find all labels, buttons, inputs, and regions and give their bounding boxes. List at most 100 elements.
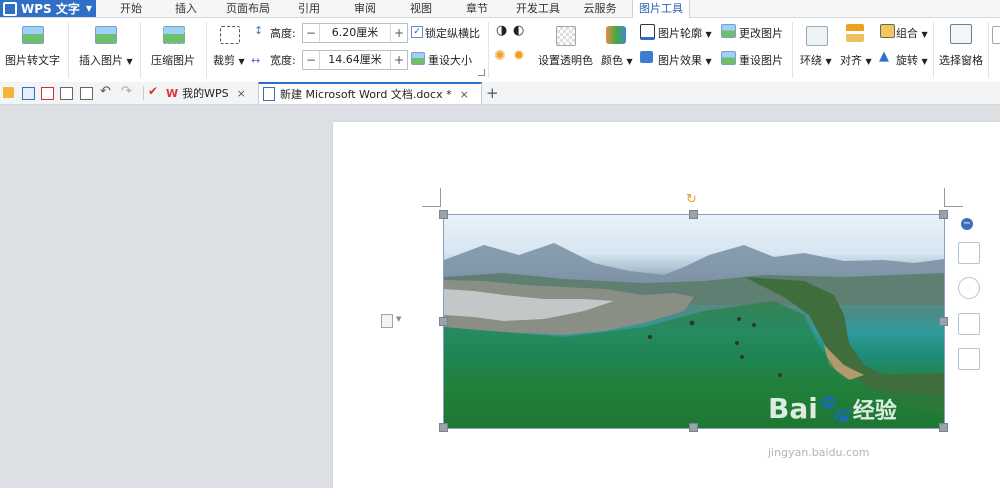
more-icon[interactable] xyxy=(992,26,1000,44)
rotate-button[interactable]: 旋转 ▼ xyxy=(896,52,928,68)
width-decrease-button[interactable]: − xyxy=(303,53,319,67)
chevron-down-icon: ▼ xyxy=(705,30,712,39)
watermark-brand: Bai xyxy=(768,392,818,425)
height-icon: ↕ xyxy=(254,24,264,37)
pin-icon[interactable]: ✔ xyxy=(148,84,158,98)
margin-corner-top-right xyxy=(944,188,963,207)
app-menu-button[interactable]: WPS 文字 ▼ xyxy=(0,0,96,17)
divider xyxy=(792,22,793,78)
crop-quick-icon[interactable] xyxy=(958,313,980,335)
divider xyxy=(933,22,934,78)
color-icon xyxy=(606,26,626,44)
compress-picture-button[interactable]: 压缩图片 xyxy=(151,52,195,68)
resize-handle-top-left[interactable] xyxy=(439,210,448,219)
watermark-logo: Bai🐾经验 xyxy=(768,392,897,425)
resize-handle-bottom-left[interactable] xyxy=(439,423,448,432)
print-preview-icon[interactable] xyxy=(80,87,93,100)
height-input[interactable]: − 6.20厘米 + xyxy=(302,23,408,43)
paragraph-layout-icon[interactable] xyxy=(381,314,393,328)
picture-effect-button[interactable]: 图片效果 ▼ xyxy=(658,52,712,68)
pic-to-text-icon xyxy=(22,26,44,44)
set-transparent-icon xyxy=(556,26,576,46)
divider xyxy=(488,22,489,78)
watermark-url: jingyan.baidu.com xyxy=(768,446,870,459)
tab-view[interactable]: 视图 xyxy=(400,0,442,17)
close-icon[interactable]: × xyxy=(237,87,246,100)
size-dialog-launcher[interactable] xyxy=(478,69,485,76)
color-button[interactable]: 颜色 ▼ xyxy=(601,52,633,68)
tab-developer[interactable]: 开发工具 xyxy=(510,0,566,17)
wrap-icon xyxy=(806,26,828,46)
contrast-icon[interactable]: ◑ xyxy=(496,23,507,38)
crop-button[interactable]: 裁剪 ▼ xyxy=(213,52,245,68)
contrast-more-icon[interactable]: ◐ xyxy=(513,23,524,38)
divider xyxy=(68,22,69,78)
tab-insert[interactable]: 插入 xyxy=(165,0,207,17)
lock-ratio-checkbox[interactable]: ✓ xyxy=(411,26,423,38)
chevron-down-icon: ▼ xyxy=(705,57,712,66)
resize-handle-right[interactable] xyxy=(939,317,948,326)
margin-corner-top-left xyxy=(422,188,441,207)
selection-pane-button[interactable]: 选择窗格 xyxy=(939,52,983,68)
resize-handle-bottom-right[interactable] xyxy=(939,423,948,432)
height-increase-button[interactable]: + xyxy=(391,26,407,40)
group-label: 组合 xyxy=(896,27,918,40)
insert-picture-button[interactable]: 插入图片 ▼ xyxy=(79,52,133,68)
insert-picture-icon xyxy=(95,26,117,44)
brightness-down-icon[interactable]: ✹ xyxy=(513,48,525,64)
close-icon[interactable]: × xyxy=(460,88,469,101)
rotate-handle-icon[interactable]: ↻ xyxy=(686,192,697,207)
tab-document[interactable]: 新建 Microsoft Word 文档.docx * × xyxy=(258,82,482,104)
resize-handle-left[interactable] xyxy=(439,317,448,326)
watermark-brand-cn: 经验 xyxy=(852,399,897,424)
tab-my-wps-label: 我的WPS xyxy=(182,87,229,100)
divider xyxy=(143,86,144,100)
tab-review[interactable]: 审阅 xyxy=(344,0,386,17)
color-label: 颜色 xyxy=(601,54,623,67)
height-decrease-button[interactable]: − xyxy=(303,26,319,40)
ribbon: 图片转文字 插入图片 ▼ 压缩图片 裁剪 ▼ ↕ 高度: − 6.20厘米 + … xyxy=(0,18,1000,83)
picture-settings-icon[interactable] xyxy=(958,348,980,370)
tab-cloud[interactable]: 云服务 xyxy=(578,0,622,17)
tab-page-layout[interactable]: 页面布局 xyxy=(220,0,276,17)
collapse-icon[interactable]: − xyxy=(961,218,973,230)
divider xyxy=(206,22,207,78)
lock-ratio-label: 锁定纵横比 xyxy=(425,27,480,40)
pic-to-text-button[interactable]: 图片转文字 xyxy=(5,52,60,68)
tab-start[interactable]: 开始 xyxy=(110,0,152,17)
change-picture-button[interactable]: 更改图片 xyxy=(739,25,783,41)
width-value[interactable]: 14.64厘米 xyxy=(319,51,391,69)
zoom-icon[interactable] xyxy=(958,277,980,299)
redo-icon[interactable]: ↷ xyxy=(121,84,132,99)
resize-handle-top-right[interactable] xyxy=(939,210,948,219)
picture-effect-label: 图片效果 xyxy=(658,54,702,67)
height-value[interactable]: 6.20厘米 xyxy=(319,24,391,42)
open-folder-icon[interactable] xyxy=(3,87,14,98)
brightness-up-icon[interactable]: ✺ xyxy=(494,48,506,64)
width-increase-button[interactable]: + xyxy=(391,53,407,67)
picture-outline-button[interactable]: 图片轮廓 ▼ xyxy=(658,25,712,41)
print-icon[interactable] xyxy=(60,87,73,100)
save-icon[interactable] xyxy=(22,87,35,100)
set-transparent-button[interactable]: 设置透明色 xyxy=(538,52,593,68)
align-label: 对齐 xyxy=(840,54,862,67)
resize-handle-bottom[interactable] xyxy=(689,423,698,432)
reset-size-button[interactable]: 重设大小 xyxy=(428,52,472,68)
tab-picture-tools[interactable]: 图片工具 xyxy=(632,0,690,18)
new-tab-button[interactable]: + xyxy=(486,84,499,102)
undo-icon[interactable]: ↶ xyxy=(100,84,111,99)
layout-options-icon[interactable] xyxy=(958,242,980,264)
reset-picture-button[interactable]: 重设图片 xyxy=(739,52,783,68)
chevron-down-icon: ▼ xyxy=(921,30,928,39)
width-input[interactable]: − 14.64厘米 + xyxy=(302,50,408,70)
export-pdf-icon[interactable] xyxy=(41,87,54,100)
chevron-down-icon: ▼ xyxy=(921,57,928,66)
group-button[interactable]: 组合 ▼ xyxy=(896,25,928,41)
tab-references[interactable]: 引用 xyxy=(288,0,330,17)
wrap-button[interactable]: 环绕 ▼ xyxy=(800,52,832,68)
tab-my-wps[interactable]: W 我的WPS × xyxy=(166,82,254,104)
resize-handle-top[interactable] xyxy=(689,210,698,219)
tab-chapter[interactable]: 章节 xyxy=(456,0,498,17)
align-button[interactable]: 对齐 ▼ xyxy=(840,52,872,68)
picture-outline-label: 图片轮廓 xyxy=(658,27,702,40)
